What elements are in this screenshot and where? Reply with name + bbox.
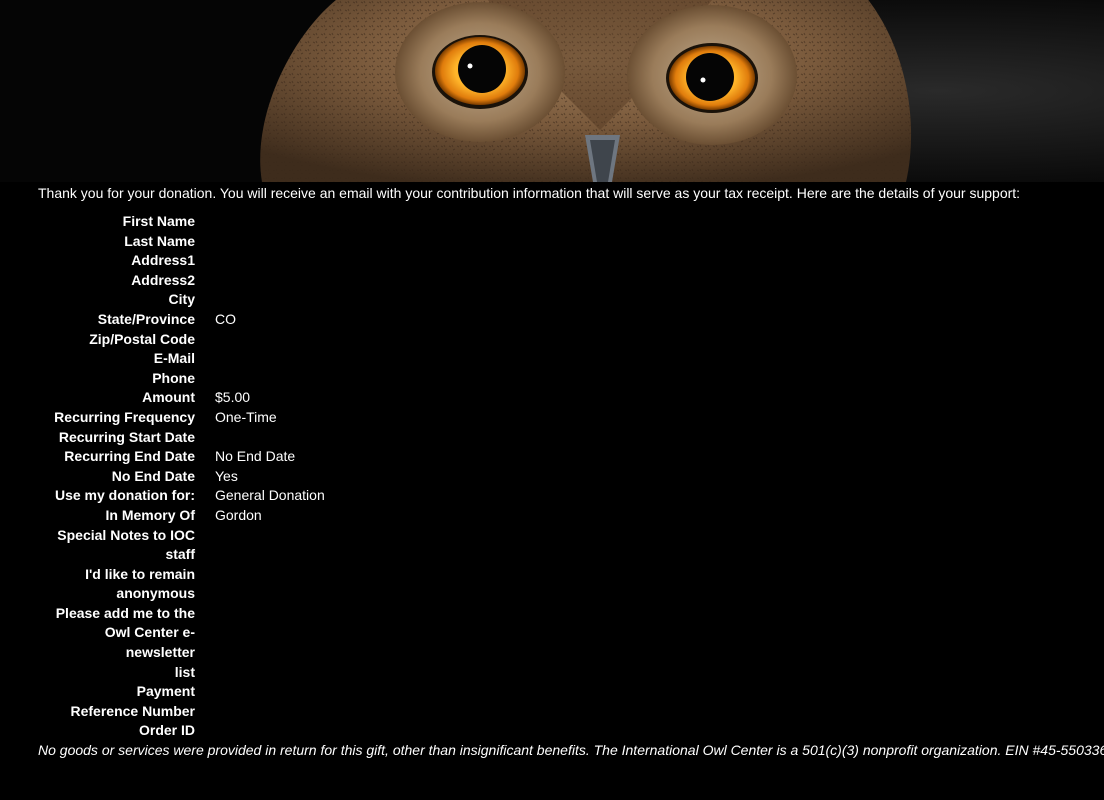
- donation-receipt-page: Thank you for your donation. You will re…: [0, 0, 1104, 800]
- details-label: I'd like to remain anonymous: [85, 565, 195, 602]
- details-row: Use my donation for: General Donation: [38, 486, 325, 506]
- details-value: [215, 271, 325, 291]
- donation-thank-you-message: Thank you for your donation. You will re…: [38, 185, 1021, 201]
- details-row: Payment: [38, 682, 325, 702]
- donation-details-table: First Name Last Name Address1 Address2 City S…: [38, 212, 325, 741]
- details-value: [215, 682, 325, 702]
- details-label: Payment: [136, 683, 195, 700]
- details-row: Reference Number: [38, 702, 325, 722]
- details-value: Gordon: [215, 506, 262, 523]
- details-value: [215, 721, 325, 741]
- details-value: [215, 232, 325, 252]
- details-value: [215, 212, 325, 232]
- details-label: Reference Number: [70, 702, 196, 719]
- details-label: Recurring Frequency: [54, 408, 195, 425]
- details-value: No End Date: [215, 448, 296, 465]
- details-label: Amount: [142, 389, 195, 406]
- details-label: Special Notes to IOC staff: [57, 526, 195, 563]
- details-row: State/Province CO: [38, 310, 325, 330]
- details-row: First Name: [38, 212, 325, 232]
- details-value: [215, 604, 325, 682]
- details-value: [215, 428, 325, 448]
- details-value: [215, 702, 325, 722]
- details-label: Address2: [131, 271, 195, 288]
- details-row: Please add me to the Owl Center e-newslet…: [38, 604, 325, 682]
- details-value: [215, 565, 325, 604]
- details-row: No End Date Yes: [38, 467, 325, 487]
- owl-banner-image: [0, 0, 1104, 182]
- details-value: [215, 290, 325, 310]
- details-value: [215, 330, 325, 350]
- details-row: E-Mail: [38, 349, 325, 369]
- details-value: [215, 369, 325, 389]
- details-value: [215, 251, 325, 271]
- details-label: Recurring Start Date: [58, 428, 195, 445]
- details-label: Last Name: [124, 232, 195, 249]
- details-label: E-Mail: [153, 350, 195, 367]
- details-value: Yes: [215, 467, 238, 484]
- details-label: Order ID: [138, 722, 195, 739]
- details-row: Last Name: [38, 232, 325, 252]
- details-label: No End Date: [111, 467, 195, 484]
- details-value: One-Time: [215, 408, 277, 425]
- details-row: Amount $5.00: [38, 388, 325, 408]
- details-row: Phone: [38, 369, 325, 389]
- details-value: [215, 349, 325, 369]
- details-row: City: [38, 290, 325, 310]
- details-row: Zip/Postal Code: [38, 330, 325, 350]
- tax-disclaimer-note: No goods or services were provided in re…: [38, 742, 1104, 758]
- details-row: Address2: [38, 271, 325, 291]
- details-value: CO: [215, 310, 236, 327]
- details-label: First Name: [122, 213, 195, 229]
- details-row: I'd like to remain anonymous: [38, 565, 325, 604]
- details-label: In Memory Of: [105, 506, 195, 523]
- details-row: Order ID: [38, 721, 325, 741]
- details-row: Recurring End Date No End Date: [38, 447, 325, 467]
- details-label: State/Province: [97, 310, 195, 327]
- details-row: In Memory Of Gordon: [38, 506, 325, 526]
- details-row: Recurring Start Date: [38, 428, 325, 448]
- details-label: Phone: [152, 369, 195, 386]
- details-value: [215, 526, 325, 565]
- details-label: Please add me to the Owl Center e-newslet…: [55, 604, 195, 680]
- details-row: Recurring Frequency One-Time: [38, 408, 325, 428]
- details-label: Address1: [131, 252, 195, 269]
- details-value: $5.00: [215, 389, 251, 406]
- details-label: Use my donation for:: [54, 487, 195, 504]
- details-label: Zip/Postal Code: [89, 330, 195, 347]
- details-value: General Donation: [215, 487, 325, 504]
- details-row: Special Notes to IOC staff: [38, 526, 325, 565]
- details-label: City: [168, 291, 195, 308]
- details-row: Address1: [38, 251, 325, 271]
- details-label: Recurring End Date: [64, 448, 195, 465]
